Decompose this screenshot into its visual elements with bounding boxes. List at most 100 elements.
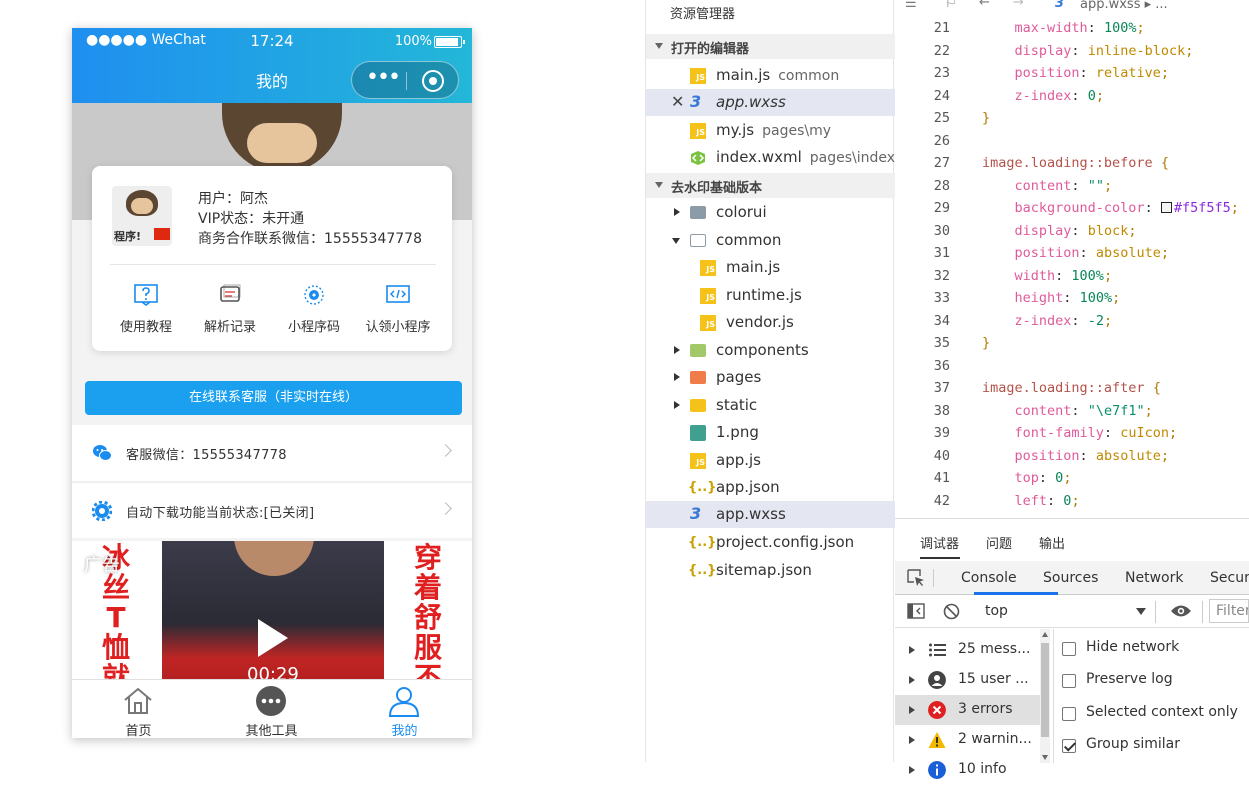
tree-file[interactable]: 1.png: [646, 419, 895, 446]
tool-qrcode[interactable]: 小程序码: [274, 284, 354, 340]
tree-file[interactable]: JS runtime.js: [646, 282, 895, 309]
auto-download-row[interactable]: 自动下载功能当前状态:[已关闭]: [72, 482, 472, 538]
line-number: 32: [933, 267, 950, 284]
line-number: 27: [933, 155, 950, 171]
option-selected-context[interactable]: Selected context only: [1062, 704, 1249, 730]
wechat-contact-row[interactable]: 客服微信：15555347778: [72, 425, 472, 481]
code-line: top: 0;: [1014, 470, 1072, 486]
tree-folder-pages[interactable]: pages: [646, 364, 895, 391]
open-editor-item[interactable]: JS main.js common: [646, 62, 895, 89]
option-preserve-log[interactable]: Preserve log: [1062, 671, 1249, 697]
tab-sources[interactable]: Sources: [1043, 570, 1098, 586]
explorer-title: 资源管理器: [670, 7, 736, 22]
back-icon[interactable]: ←: [979, 0, 990, 10]
tab-mine[interactable]: 我的: [338, 680, 471, 738]
code-icon: [386, 285, 410, 303]
open-editor-item[interactable]: JS my.js pages\my: [646, 117, 895, 144]
clear-console-icon[interactable]: [943, 603, 960, 620]
line-number: 41: [933, 470, 950, 486]
tab-label: 首页: [125, 724, 152, 738]
code-line: image.loading::before {: [982, 155, 1169, 171]
checkbox[interactable]: [1062, 642, 1076, 656]
tool-records[interactable]: 解析记录: [190, 284, 270, 340]
line-number: 40: [933, 447, 950, 464]
tree-file[interactable]: {..} app.json: [646, 474, 895, 501]
filter-input[interactable]: Filter: [1209, 599, 1249, 623]
js-file-icon: JS: [690, 68, 706, 84]
tool-claim[interactable]: 认领小程序: [358, 284, 438, 340]
line-number: 23: [933, 65, 950, 81]
js-file-icon: JS: [700, 315, 716, 331]
capsule-more-button[interactable]: •••: [366, 67, 401, 89]
tool-label: 小程序码: [287, 320, 340, 335]
tool-tutorial[interactable]: 使用教程: [106, 284, 186, 340]
tree-file[interactable]: JS vendor.js: [646, 309, 895, 336]
sidebar-user-messages[interactable]: 15 user ...: [895, 665, 1040, 695]
battery-percent: 100%: [394, 34, 432, 49]
capsule-close-button[interactable]: [422, 70, 444, 92]
line-number: 30: [933, 222, 950, 239]
chevron-down-icon[interactable]: [1136, 608, 1146, 615]
tree-folder-components[interactable]: components: [646, 337, 895, 364]
tree-file[interactable]: JS main.js: [646, 254, 895, 281]
sidebar-info[interactable]: 10 info: [895, 755, 1040, 785]
tree-file[interactable]: {..} sitemap.json: [646, 557, 895, 584]
forward-icon[interactable]: →: [1013, 0, 1024, 10]
line-number: 26: [933, 132, 950, 149]
context-select[interactable]: top: [985, 603, 1008, 619]
open-editor-item-active[interactable]: ✕ 3 app.wxss: [646, 89, 895, 116]
tree-folder-colorui[interactable]: colorui: [646, 199, 895, 226]
open-editor-item[interactable]: index.wxml pages\index: [646, 144, 895, 171]
play-icon[interactable]: [258, 619, 288, 657]
sidebar-errors[interactable]: 3 errors: [895, 695, 1040, 725]
tree-folder-common[interactable]: common: [646, 227, 895, 254]
tab-network[interactable]: Network: [1125, 570, 1183, 586]
wechat-icon: [93, 445, 112, 461]
tab-home[interactable]: 首页: [72, 680, 205, 738]
eye-icon[interactable]: [1170, 604, 1192, 618]
line-number: 25: [933, 110, 950, 126]
tab-console[interactable]: Console: [961, 570, 1017, 586]
list-icon[interactable]: ☰: [905, 0, 917, 11]
sidebar-warnings[interactable]: 2 warnin...: [895, 725, 1040, 755]
checkbox[interactable]: [1062, 674, 1076, 688]
inspect-icon[interactable]: [907, 569, 925, 587]
tree-file[interactable]: {..} project.config.json: [646, 529, 895, 556]
project-header[interactable]: 去水印基础版本: [646, 173, 895, 198]
devtools-tabs: Console Sources Network Securi: [895, 561, 1249, 595]
tab-problems[interactable]: 问题: [986, 533, 1012, 552]
chevron-right-icon: [909, 676, 915, 684]
error-icon: [928, 701, 946, 719]
checkbox-checked[interactable]: [1062, 739, 1076, 753]
js-file-icon: JS: [700, 260, 716, 276]
tree-folder-static[interactable]: static: [646, 392, 895, 419]
code-line: display: block;: [1014, 222, 1137, 239]
checkbox[interactable]: [1062, 707, 1076, 721]
sidebar-scrollbar[interactable]: [1040, 629, 1050, 763]
open-editors-header[interactable]: 打开的编辑器: [646, 34, 895, 59]
line-number: 29: [933, 200, 950, 216]
line-number: 36: [933, 357, 950, 374]
tab-debugger[interactable]: 调试器: [920, 533, 959, 552]
video-ad[interactable]: 冰丝T恤就 穿着舒服不 广告 00:29: [72, 541, 472, 679]
contact-service-button[interactable]: 在线联系客服（非实时在线）: [85, 381, 462, 415]
code-line: }: [982, 110, 991, 126]
json-file-icon: {..}: [688, 480, 717, 495]
tree-file[interactable]: JS app.js: [646, 447, 895, 474]
tree-file-active[interactable]: 3 app.wxss: [646, 501, 895, 528]
sidebar-messages[interactable]: 25 mess...: [895, 635, 1040, 665]
bookmark-icon[interactable]: ⚐: [945, 0, 957, 11]
close-icon[interactable]: ✕: [671, 92, 684, 111]
sidebar-toggle-icon[interactable]: [907, 603, 925, 619]
tab-output[interactable]: 输出: [1039, 533, 1065, 552]
tab-security[interactable]: Securi: [1210, 570, 1249, 586]
code-editor[interactable]: ☰ ⚐ ← → 3 app.wxss ▸ ... 21 max-width: 1…: [895, 0, 1249, 518]
breadcrumb-path[interactable]: app.wxss ▸ ...: [1080, 0, 1168, 12]
tool-label: 使用教程: [119, 320, 172, 335]
tab-tools[interactable]: 其他工具: [205, 680, 338, 738]
avatar[interactable]: 程序!: [112, 186, 172, 246]
wxss-file-icon: 3: [690, 504, 702, 523]
nav-header: ●●●●● WeChat 17:24 100% 我的 •••: [72, 28, 472, 103]
option-hide-network[interactable]: Hide network: [1062, 639, 1249, 665]
option-group-similar[interactable]: Group similar: [1062, 736, 1249, 762]
